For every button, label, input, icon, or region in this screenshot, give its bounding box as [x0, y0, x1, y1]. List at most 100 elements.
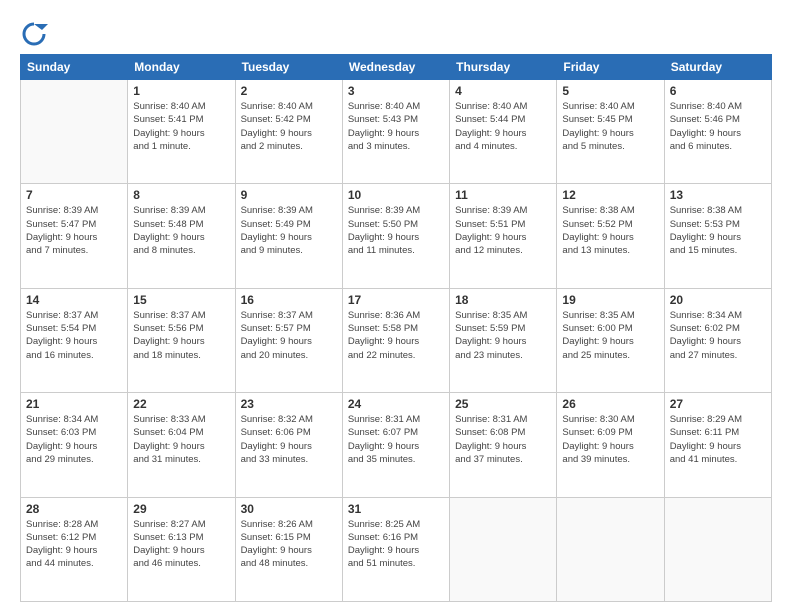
day-detail: Sunrise: 8:39 AM Sunset: 5:47 PM Dayligh…	[26, 204, 122, 257]
calendar-week-4: 28 Sunrise: 8:28 AM Sunset: 6:12 PM Dayli…	[21, 497, 772, 601]
day-detail: Sunrise: 8:39 AM Sunset: 5:50 PM Dayligh…	[348, 204, 444, 257]
day-number: 21	[26, 397, 122, 411]
day-detail: Sunrise: 8:38 AM Sunset: 5:52 PM Dayligh…	[562, 204, 658, 257]
day-detail: Sunrise: 8:40 AM Sunset: 5:43 PM Dayligh…	[348, 100, 444, 153]
calendar-day-empty	[21, 80, 128, 184]
day-number: 4	[455, 84, 551, 98]
day-detail: Sunrise: 8:39 AM Sunset: 5:51 PM Dayligh…	[455, 204, 551, 257]
day-detail: Sunrise: 8:37 AM Sunset: 5:56 PM Dayligh…	[133, 309, 229, 362]
calendar-day-29: 29 Sunrise: 8:27 AM Sunset: 6:13 PM Dayli…	[128, 497, 235, 601]
calendar-day-18: 18 Sunrise: 8:35 AM Sunset: 5:59 PM Dayli…	[450, 288, 557, 392]
day-number: 5	[562, 84, 658, 98]
calendar-day-empty	[557, 497, 664, 601]
day-detail: Sunrise: 8:34 AM Sunset: 6:02 PM Dayligh…	[670, 309, 766, 362]
calendar-week-1: 7 Sunrise: 8:39 AM Sunset: 5:47 PM Daylig…	[21, 184, 772, 288]
calendar-day-25: 25Sunrise: 8:31 AM Sunset: 6:08 PM Dayli…	[450, 393, 557, 497]
day-detail: Sunrise: 8:40 AM Sunset: 5:41 PM Dayligh…	[133, 100, 229, 153]
calendar-header-tuesday: Tuesday	[235, 55, 342, 80]
calendar-day-30: 30 Sunrise: 8:26 AM Sunset: 6:15 PM Dayli…	[235, 497, 342, 601]
day-number: 27	[670, 397, 766, 411]
day-detail: Sunrise: 8:33 AM Sunset: 6:04 PM Dayligh…	[133, 413, 229, 466]
logo	[20, 20, 52, 48]
calendar-day-3: 3 Sunrise: 8:40 AM Sunset: 5:43 PM Daylig…	[342, 80, 449, 184]
day-detail: Sunrise: 8:28 AM Sunset: 6:12 PM Dayligh…	[26, 518, 122, 571]
calendar-day-1: 1Sunrise: 8:40 AM Sunset: 5:41 PM Daylig…	[128, 80, 235, 184]
day-detail: Sunrise: 8:38 AM Sunset: 5:53 PM Dayligh…	[670, 204, 766, 257]
day-detail: Sunrise: 8:40 AM Sunset: 5:44 PM Dayligh…	[455, 100, 551, 153]
calendar-day-15: 15Sunrise: 8:37 AM Sunset: 5:56 PM Dayli…	[128, 288, 235, 392]
day-number: 31	[348, 502, 444, 516]
day-detail: Sunrise: 8:37 AM Sunset: 5:54 PM Dayligh…	[26, 309, 122, 362]
day-number: 7	[26, 188, 122, 202]
day-detail: Sunrise: 8:40 AM Sunset: 5:42 PM Dayligh…	[241, 100, 337, 153]
header	[20, 16, 772, 48]
day-number: 6	[670, 84, 766, 98]
calendar-day-20: 20 Sunrise: 8:34 AM Sunset: 6:02 PM Dayli…	[664, 288, 771, 392]
day-detail: Sunrise: 8:25 AM Sunset: 6:16 PM Dayligh…	[348, 518, 444, 571]
day-number: 23	[241, 397, 337, 411]
calendar-week-2: 14 Sunrise: 8:37 AM Sunset: 5:54 PM Dayli…	[21, 288, 772, 392]
calendar-day-28: 28 Sunrise: 8:28 AM Sunset: 6:12 PM Dayli…	[21, 497, 128, 601]
calendar-day-26: 26 Sunrise: 8:30 AM Sunset: 6:09 PM Dayli…	[557, 393, 664, 497]
day-number: 19	[562, 293, 658, 307]
day-detail: Sunrise: 8:35 AM Sunset: 6:00 PM Dayligh…	[562, 309, 658, 362]
calendar-day-24: 24 Sunrise: 8:31 AM Sunset: 6:07 PM Dayli…	[342, 393, 449, 497]
calendar-day-19: 19 Sunrise: 8:35 AM Sunset: 6:00 PM Dayli…	[557, 288, 664, 392]
logo-icon	[20, 20, 48, 48]
calendar-day-31: 31 Sunrise: 8:25 AM Sunset: 6:16 PM Dayli…	[342, 497, 449, 601]
day-detail: Sunrise: 8:39 AM Sunset: 5:48 PM Dayligh…	[133, 204, 229, 257]
day-number: 12	[562, 188, 658, 202]
calendar-week-0: 1Sunrise: 8:40 AM Sunset: 5:41 PM Daylig…	[21, 80, 772, 184]
day-detail: Sunrise: 8:40 AM Sunset: 5:46 PM Dayligh…	[670, 100, 766, 153]
calendar-header-monday: Monday	[128, 55, 235, 80]
day-number: 24	[348, 397, 444, 411]
calendar-day-8: 8 Sunrise: 8:39 AM Sunset: 5:48 PM Daylig…	[128, 184, 235, 288]
day-detail: Sunrise: 8:30 AM Sunset: 6:09 PM Dayligh…	[562, 413, 658, 466]
day-number: 2	[241, 84, 337, 98]
day-detail: Sunrise: 8:31 AM Sunset: 6:07 PM Dayligh…	[348, 413, 444, 466]
day-detail: Sunrise: 8:26 AM Sunset: 6:15 PM Dayligh…	[241, 518, 337, 571]
calendar-header-thursday: Thursday	[450, 55, 557, 80]
day-number: 30	[241, 502, 337, 516]
day-number: 8	[133, 188, 229, 202]
calendar-header-friday: Friday	[557, 55, 664, 80]
day-number: 29	[133, 502, 229, 516]
day-number: 13	[670, 188, 766, 202]
day-number: 28	[26, 502, 122, 516]
calendar-day-23: 23Sunrise: 8:32 AM Sunset: 6:06 PM Dayli…	[235, 393, 342, 497]
calendar-day-17: 17 Sunrise: 8:36 AM Sunset: 5:58 PM Dayli…	[342, 288, 449, 392]
calendar-day-27: 27Sunrise: 8:29 AM Sunset: 6:11 PM Dayli…	[664, 393, 771, 497]
calendar-day-12: 12 Sunrise: 8:38 AM Sunset: 5:52 PM Dayli…	[557, 184, 664, 288]
day-number: 22	[133, 397, 229, 411]
day-number: 20	[670, 293, 766, 307]
calendar-week-3: 21 Sunrise: 8:34 AM Sunset: 6:03 PM Dayli…	[21, 393, 772, 497]
calendar-header-row: SundayMondayTuesdayWednesdayThursdayFrid…	[21, 55, 772, 80]
day-detail: Sunrise: 8:39 AM Sunset: 5:49 PM Dayligh…	[241, 204, 337, 257]
page: SundayMondayTuesdayWednesdayThursdayFrid…	[0, 0, 792, 612]
day-number: 9	[241, 188, 337, 202]
day-detail: Sunrise: 8:34 AM Sunset: 6:03 PM Dayligh…	[26, 413, 122, 466]
day-detail: Sunrise: 8:35 AM Sunset: 5:59 PM Dayligh…	[455, 309, 551, 362]
calendar-day-4: 4 Sunrise: 8:40 AM Sunset: 5:44 PM Daylig…	[450, 80, 557, 184]
day-number: 14	[26, 293, 122, 307]
day-number: 18	[455, 293, 551, 307]
day-number: 11	[455, 188, 551, 202]
calendar-day-11: 11 Sunrise: 8:39 AM Sunset: 5:51 PM Dayli…	[450, 184, 557, 288]
day-detail: Sunrise: 8:40 AM Sunset: 5:45 PM Dayligh…	[562, 100, 658, 153]
calendar-day-14: 14 Sunrise: 8:37 AM Sunset: 5:54 PM Dayli…	[21, 288, 128, 392]
calendar-day-10: 10Sunrise: 8:39 AM Sunset: 5:50 PM Dayli…	[342, 184, 449, 288]
day-number: 17	[348, 293, 444, 307]
calendar-day-empty	[664, 497, 771, 601]
calendar-day-2: 2 Sunrise: 8:40 AM Sunset: 5:42 PM Daylig…	[235, 80, 342, 184]
calendar-day-9: 9 Sunrise: 8:39 AM Sunset: 5:49 PM Daylig…	[235, 184, 342, 288]
day-detail: Sunrise: 8:27 AM Sunset: 6:13 PM Dayligh…	[133, 518, 229, 571]
calendar-day-16: 16Sunrise: 8:37 AM Sunset: 5:57 PM Dayli…	[235, 288, 342, 392]
day-detail: Sunrise: 8:36 AM Sunset: 5:58 PM Dayligh…	[348, 309, 444, 362]
calendar-day-empty	[450, 497, 557, 601]
calendar-day-21: 21 Sunrise: 8:34 AM Sunset: 6:03 PM Dayli…	[21, 393, 128, 497]
calendar-header-saturday: Saturday	[664, 55, 771, 80]
calendar-day-13: 13 Sunrise: 8:38 AM Sunset: 5:53 PM Dayli…	[664, 184, 771, 288]
day-number: 3	[348, 84, 444, 98]
calendar-day-5: 5 Sunrise: 8:40 AM Sunset: 5:45 PM Daylig…	[557, 80, 664, 184]
day-number: 26	[562, 397, 658, 411]
